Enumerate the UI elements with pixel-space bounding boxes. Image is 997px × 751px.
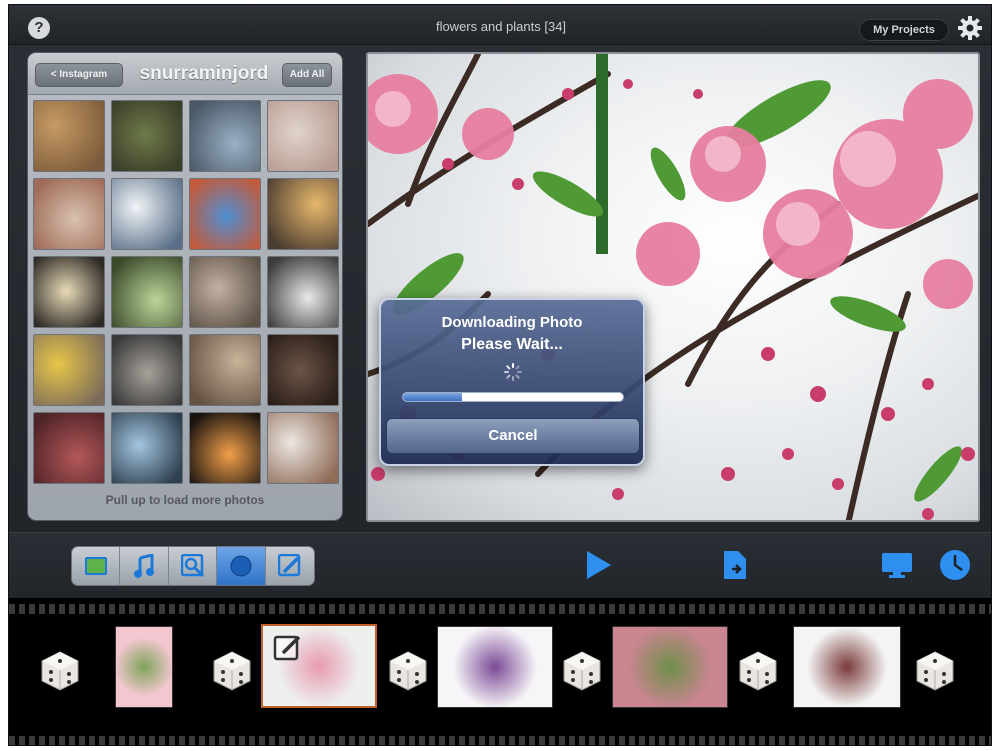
app-window: ? flowers and plants [34] My Projects < … — [8, 4, 992, 746]
circle-icon — [230, 555, 252, 577]
play-icon[interactable] — [585, 549, 613, 581]
filmstrip-photo[interactable] — [115, 626, 173, 708]
photo-thumbnail[interactable] — [267, 412, 339, 484]
download-progress-fill — [403, 393, 463, 401]
photo-thumbnail[interactable] — [33, 100, 105, 172]
photo-thumbnail[interactable] — [111, 412, 183, 484]
spinner-icon — [504, 363, 522, 381]
pencil-icon — [277, 554, 301, 577]
photo-thumbnail[interactable] — [33, 412, 105, 484]
my-projects-button[interactable]: My Projects — [859, 19, 949, 41]
top-bar: ? flowers and plants [34] My Projects — [9, 5, 991, 45]
photo-thumbnail[interactable] — [189, 334, 261, 406]
photo-thumbnail[interactable] — [267, 334, 339, 406]
filmstrip-perforation-top — [9, 604, 991, 614]
photo-thumbnail[interactable] — [189, 412, 261, 484]
cancel-button[interactable]: Cancel — [386, 418, 640, 454]
project-title: flowers and plants [34] — [435, 19, 567, 34]
photo-thumbnail[interactable] — [33, 256, 105, 328]
filmstrip-perforation-bottom — [9, 736, 991, 745]
photo-thumbnail[interactable] — [111, 256, 183, 328]
shuffle-dice-icon[interactable] — [387, 650, 429, 692]
photo-thumbnail[interactable] — [33, 178, 105, 250]
photo-thumbnail[interactable] — [33, 334, 105, 406]
photo-thumbnail-grid — [33, 100, 339, 484]
dialog-message: Please Wait... — [461, 336, 563, 353]
add-all-button[interactable]: Add All — [282, 63, 332, 87]
music-note-icon — [134, 554, 155, 578]
tool-edit-button[interactable] — [266, 547, 314, 585]
photo-thumbnail[interactable] — [111, 334, 183, 406]
shuffle-dice-icon[interactable] — [211, 650, 253, 692]
tool-photo-button[interactable] — [72, 547, 121, 585]
zoom-icon — [180, 554, 204, 578]
edit-badge-icon[interactable] — [273, 633, 303, 663]
landscape-icon — [84, 557, 107, 575]
dialog-title: Downloading Photo — [441, 314, 583, 331]
clock-icon[interactable] — [939, 549, 971, 581]
filmstrip-photo[interactable] — [612, 626, 728, 708]
photo-thumbnail[interactable] — [267, 178, 339, 250]
download-progress-bar — [402, 392, 624, 402]
export-icon[interactable] — [722, 549, 748, 581]
instagram-back-button[interactable]: < Instagram — [35, 63, 123, 87]
photo-thumbnail[interactable] — [267, 256, 339, 328]
load-more-hint: Pull up to load more photos — [105, 493, 265, 507]
download-dialog: Downloading Photo Please Wait... Cancel — [379, 298, 645, 466]
tool-zoom-button[interactable] — [169, 547, 218, 585]
gear-icon[interactable] — [957, 15, 983, 41]
photo-thumbnail[interactable] — [111, 178, 183, 250]
photo-thumbnail[interactable] — [189, 256, 261, 328]
filmstrip-photo[interactable] — [793, 626, 901, 708]
shuffle-dice-icon[interactable] — [561, 650, 603, 692]
filmstrip-photo[interactable] — [437, 626, 553, 708]
photo-thumbnail[interactable] — [267, 100, 339, 172]
tool-segmented-control — [71, 546, 315, 586]
photo-thumbnail[interactable] — [111, 100, 183, 172]
tv-icon[interactable] — [881, 551, 913, 579]
photo-thumbnail[interactable] — [189, 178, 261, 250]
shuffle-dice-icon[interactable] — [737, 650, 779, 692]
editing-toolbar — [9, 532, 991, 596]
shuffle-dice-icon[interactable] — [39, 650, 81, 692]
panel-header: < Instagram snurraminjord Add All — [28, 53, 342, 95]
tool-effect-button[interactable] — [217, 547, 266, 585]
shuffle-dice-icon[interactable] — [914, 650, 956, 692]
photo-thumbnail[interactable] — [189, 100, 261, 172]
username-title: snurraminjord — [139, 63, 269, 84]
tool-music-button[interactable] — [120, 547, 169, 585]
instagram-photo-panel: < Instagram snurraminjord Add All Pull u… — [27, 52, 343, 521]
